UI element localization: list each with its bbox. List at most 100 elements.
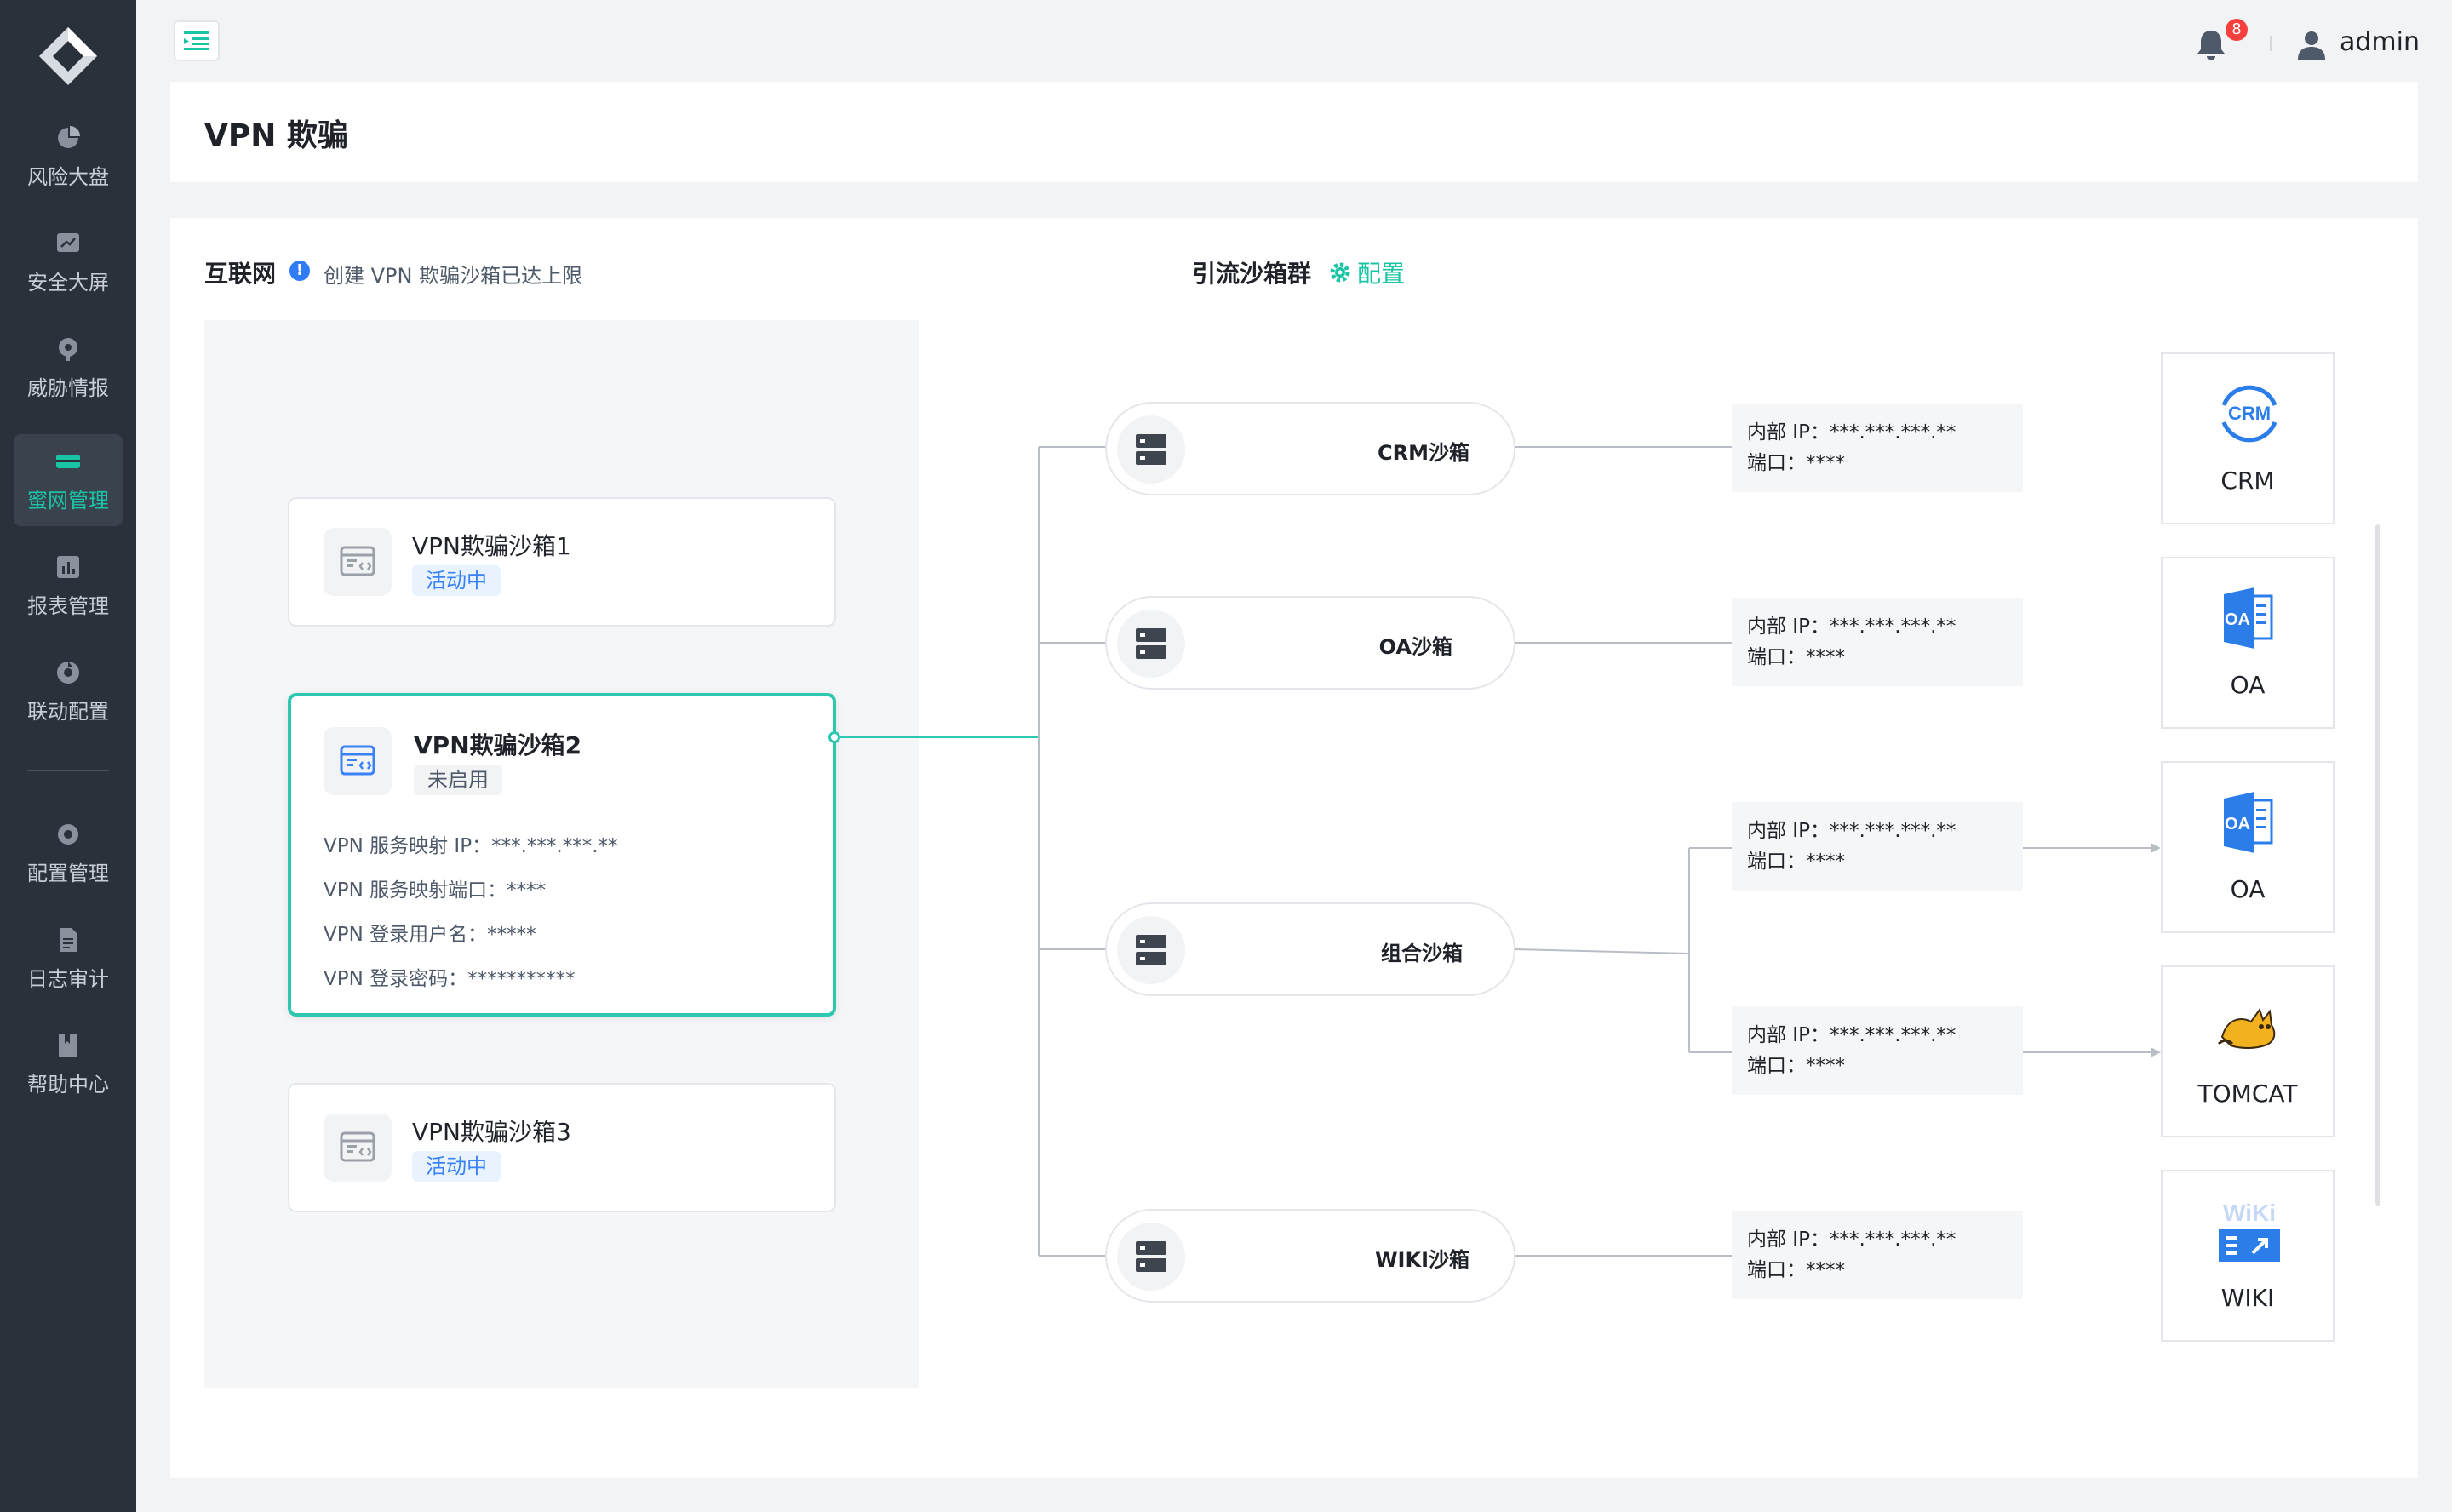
svg-text:CRM: CRM xyxy=(2228,403,2271,424)
sidebar-divider xyxy=(27,770,109,771)
internal-ip: 内部 IP：***.***.***.** xyxy=(1747,616,1956,638)
bell-icon[interactable] xyxy=(2193,27,2229,63)
port: 端口：**** xyxy=(1747,646,1845,668)
server-icon xyxy=(1136,935,1166,965)
vpn-sandbox-card-3[interactable]: VPN欺骗沙箱3 活动中 xyxy=(288,1083,836,1212)
service-label: CRM xyxy=(2220,467,2275,495)
service-oa-2[interactable]: OA OA xyxy=(2161,761,2335,933)
service-tomcat[interactable]: TOMCAT xyxy=(2161,965,2335,1137)
oa-sandbox-node[interactable]: OA沙箱 xyxy=(1105,596,1515,690)
server-icon-box xyxy=(1117,415,1185,484)
internal-ip: 内部 IP：***.***.***.** xyxy=(1747,421,1956,444)
menu-toggle-button[interactable] xyxy=(174,20,220,61)
pie-chart-icon xyxy=(58,125,80,148)
port: 端口：**** xyxy=(1747,1055,1845,1077)
sidebar-item-label: 配置管理 xyxy=(27,861,109,885)
vpn-sandbox-icon-box xyxy=(324,528,392,596)
endpoint-info: 内部 IP：***.***.***.** 端口：**** xyxy=(1732,598,2023,686)
gear-icon xyxy=(1330,262,1350,283)
vpn-sandbox-name: VPN欺骗沙箱3 xyxy=(412,1118,571,1146)
internet-section-title: 互联网 xyxy=(204,260,277,288)
vpn-sandbox-icon-box xyxy=(324,727,392,795)
sidebar-item-label: 威胁情报 xyxy=(27,375,109,400)
sidebar-item-label: 蜜网管理 xyxy=(27,488,109,513)
crm-logo-icon: CRM xyxy=(2221,385,2277,443)
wiki-logo-icon: WiKi xyxy=(2219,1200,2280,1262)
port: 端口：**** xyxy=(1747,850,1845,873)
diversion-section-title: 引流沙箱群 xyxy=(1192,260,1312,288)
sidebar-item-help-center[interactable]: 帮助中心 xyxy=(14,1018,123,1110)
menu-fold-icon xyxy=(184,32,209,50)
sidebar-item-reports[interactable]: 报表管理 xyxy=(14,540,123,632)
server-icon xyxy=(1136,1241,1166,1272)
config-link[interactable]: 配置 xyxy=(1330,255,1405,289)
server-icon-box xyxy=(1117,1223,1185,1291)
bar-chart-icon xyxy=(57,555,79,578)
user-name[interactable]: admin xyxy=(2340,27,2420,57)
vpn-sandbox-card-2[interactable]: VPN欺骗沙箱2 未启用 VPN 服务映射 IP：***.***.***.** … xyxy=(288,693,836,1017)
sidebar-item-label: 日志审计 xyxy=(27,966,109,991)
internal-ip: 内部 IP：***.***.***.** xyxy=(1747,820,1956,842)
info-icon: ! xyxy=(289,261,310,281)
sidebar-item-threat-intel[interactable]: 威胁情报 xyxy=(14,322,123,414)
port: 端口：**** xyxy=(1747,452,1845,474)
endpoint-info: 内部 IP：***.***.***.** 端口：**** xyxy=(1732,404,2023,492)
screen-chart-icon xyxy=(57,232,79,252)
crm-sandbox-node[interactable]: CRM沙箱 xyxy=(1105,402,1515,495)
endpoint-info: 内部 IP：***.***.***.** 端口：**** xyxy=(1732,1006,2023,1095)
connector-handle[interactable] xyxy=(828,731,840,743)
svg-text:OA: OA xyxy=(2225,610,2250,629)
status-badge: 活动中 xyxy=(412,1151,501,1182)
sidebar-item-log-audit[interactable]: 日志审计 xyxy=(14,913,123,1005)
internal-ip: 内部 IP：***.***.***.** xyxy=(1747,1024,1956,1046)
app-logo-icon[interactable] xyxy=(37,26,99,87)
status-badge: 未启用 xyxy=(414,765,502,795)
sidebar-item-honeynet[interactable]: 蜜网管理 xyxy=(14,434,123,526)
sidebar-item-label: 报表管理 xyxy=(27,593,109,618)
oa-logo-icon: OA xyxy=(2224,587,2273,649)
sidebar-item-label: 风险大盘 xyxy=(27,164,109,189)
tomcat-logo-icon xyxy=(2217,1007,2276,1049)
browser-window-icon xyxy=(340,546,375,576)
oa-logo-icon: OA xyxy=(2224,792,2273,853)
sidebar-item-label: 帮助中心 xyxy=(27,1072,109,1097)
service-label: TOMCAT xyxy=(2197,1080,2298,1108)
sandbox-label: OA沙箱 xyxy=(1378,635,1452,659)
browser-window-icon xyxy=(340,745,375,776)
svg-text:WiKi: WiKi xyxy=(2223,1200,2276,1226)
limit-notice: 创建 VPN 欺骗沙箱已达上限 xyxy=(324,264,583,288)
sidebar-item-label: 联动配置 xyxy=(27,699,109,724)
sandbox-label: 组合沙箱 xyxy=(1381,942,1463,965)
service-oa-1[interactable]: OA OA xyxy=(2161,557,2335,729)
scrollbar[interactable] xyxy=(2375,524,2380,1206)
server-icon xyxy=(1136,434,1166,465)
service-label: OA xyxy=(2230,671,2266,699)
notification-badge: 8 xyxy=(2226,19,2248,41)
sidebar-item-security-screen[interactable]: 安全大屏 xyxy=(14,216,123,308)
network-icon xyxy=(56,454,80,468)
vpn-sandbox-card-1[interactable]: VPN欺骗沙箱1 活动中 xyxy=(288,497,836,627)
service-label: OA xyxy=(2230,875,2266,903)
service-wiki[interactable]: WiKi WIKI xyxy=(2161,1170,2335,1342)
sidebar-item-linkage-config[interactable]: 联动配置 xyxy=(14,645,123,737)
sidebar-item-config-management[interactable]: 配置管理 xyxy=(14,807,123,899)
vpn-login-username: VPN 登录用户名：***** xyxy=(324,924,536,946)
service-label: WIKI xyxy=(2220,1284,2275,1312)
gear-icon xyxy=(58,823,78,845)
server-icon xyxy=(1136,628,1166,659)
internal-ip: 内部 IP：***.***.***.** xyxy=(1747,1228,1956,1251)
location-pin-icon xyxy=(59,337,77,361)
vpn-mapping-port: VPN 服务映射端口：**** xyxy=(324,879,547,902)
page-title: VPN 欺骗 xyxy=(204,118,348,153)
user-avatar-icon[interactable] xyxy=(2295,29,2328,61)
server-icon-box xyxy=(1117,610,1185,678)
wiki-sandbox-node[interactable]: WIKI沙箱 xyxy=(1105,1209,1515,1303)
vpn-sandbox-name: VPN欺骗沙箱2 xyxy=(414,731,582,759)
sidebar-item-risk-dashboard[interactable]: 风险大盘 xyxy=(14,111,123,203)
combined-sandbox-node[interactable]: 组合沙箱 xyxy=(1105,902,1515,996)
vpn-sandbox-icon-box xyxy=(324,1114,392,1182)
service-crm[interactable]: CRM CRM xyxy=(2161,352,2335,524)
endpoint-info: 内部 IP：***.***.***.** 端口：**** xyxy=(1732,1211,2023,1299)
svg-text:OA: OA xyxy=(2225,815,2250,833)
browser-window-icon xyxy=(340,1131,375,1162)
